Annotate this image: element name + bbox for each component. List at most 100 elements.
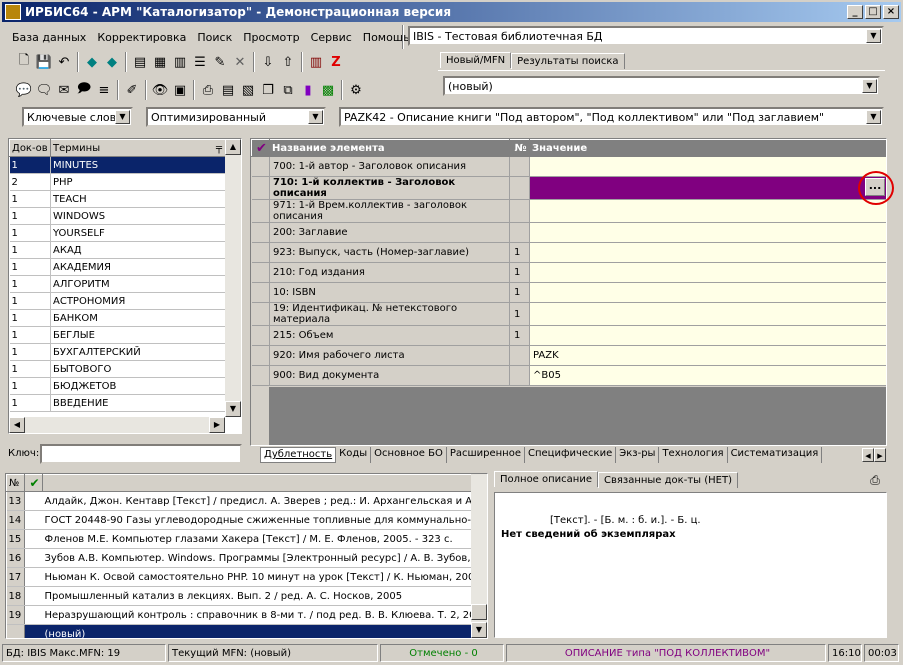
element-value[interactable]	[529, 302, 886, 326]
edit-icon[interactable]: ✎	[210, 52, 230, 72]
dictionary-hscroll[interactable]: ◀ ▶	[9, 417, 225, 433]
books-icon[interactable]: ▥	[306, 52, 326, 72]
editor-row[interactable]: 920: Имя рабочего листа PAZK	[251, 345, 886, 366]
menu-service[interactable]: Сервис	[311, 31, 352, 44]
dictionary-row[interactable]: 1 АСТРОНОМИЯ	[9, 292, 226, 310]
prev-record-icon[interactable]: ◆	[82, 52, 102, 72]
record-row[interactable]: 13 Алдайк, Джон. Кентавр [Текст] / предис…	[6, 491, 474, 511]
tab-copies[interactable]: Экз-ры	[616, 447, 660, 463]
chevron-down-icon[interactable]: ▼	[862, 79, 877, 93]
delete-icon[interactable]: ✕	[230, 52, 250, 72]
editor-row[interactable]: 19: Идентификац. № нетекстового материал…	[251, 302, 886, 326]
dictionary-row[interactable]: 1 ВВЕДЕНИЕ	[9, 394, 226, 412]
export-description-icon[interactable]: ⎙	[866, 473, 884, 489]
dictionary-row[interactable]: 1 БУХГАЛТЕРСКИЙ	[9, 343, 226, 361]
menu-edit[interactable]: Корректировка	[97, 31, 186, 44]
element-value[interactable]	[529, 176, 886, 200]
scroll-up-icon[interactable]: ▲	[225, 139, 241, 155]
menu-database[interactable]: База данных	[12, 31, 86, 44]
tab-new-mfn[interactable]: Новый/MFN	[440, 52, 512, 68]
dictionary-row[interactable]: 1 БЫТОВОГО	[9, 360, 226, 378]
element-value[interactable]	[529, 325, 886, 346]
dictionary-row[interactable]: 2 PHP	[9, 173, 226, 191]
tab-linked-docs[interactable]: Связанные док-ты (НЕТ)	[598, 472, 738, 488]
tab-specific[interactable]: Специфические	[525, 447, 617, 463]
menu-view[interactable]: Просмотр	[243, 31, 299, 44]
tab-extended[interactable]: Расширенное	[447, 447, 525, 463]
dictionary-row[interactable]: 1 БАНКОМ	[9, 309, 226, 327]
pin-icon[interactable]: ╤	[216, 143, 222, 154]
record-row[interactable]: 18 Промышленный катализ в лекциях. Вып. 2…	[6, 586, 474, 606]
element-value[interactable]: ^B05	[529, 365, 886, 386]
editor-row[interactable]: 215: Объем 1	[251, 325, 886, 346]
dictionary-row[interactable]: 1 WINDOWS	[9, 207, 226, 225]
export-icon[interactable]: ⇧	[278, 52, 298, 72]
record-row[interactable]: 19 Неразрушающий контроль : справочник в …	[6, 605, 474, 625]
print-list-icon[interactable]: ▤	[218, 80, 238, 100]
copy-icon[interactable]: ⧉	[278, 80, 298, 100]
list-icon[interactable]: ≡	[94, 80, 114, 100]
maximize-button[interactable]: □	[865, 5, 881, 19]
dictionary-row[interactable]: 1 MINUTES	[9, 156, 226, 174]
element-value[interactable]	[529, 222, 886, 243]
column-terms[interactable]: Термины ╤	[50, 139, 226, 157]
grid-icon[interactable]: ▦	[150, 52, 170, 72]
print-icon[interactable]: ⎙	[198, 80, 218, 100]
optimization-select[interactable]: Оптимизированный ▼	[146, 107, 326, 127]
editor-row[interactable]: 923: Выпуск, часть (Номер-заглавие) 1	[251, 242, 886, 263]
search-mode-select[interactable]: Ключевые слова ▼	[22, 107, 133, 127]
record-row[interactable]: 15 Фленов М.Е. Компьютер глазами Хакера […	[6, 529, 474, 549]
chart-icon[interactable]: ▮	[298, 80, 318, 100]
dictionary-row[interactable]: 1 БЮДЖЕТОВ	[9, 377, 226, 395]
tree-icon[interactable]: ☰	[190, 52, 210, 72]
new-record-icon[interactable]: 🗋	[14, 52, 34, 72]
tab-full-description[interactable]: Полное описание	[494, 471, 598, 487]
dictionary-row[interactable]: 1 TEACH	[9, 190, 226, 208]
chevron-down-icon[interactable]: ▼	[308, 110, 323, 124]
tab-main-description[interactable]: Основное БО	[371, 447, 447, 463]
record-row[interactable]: (новый)	[6, 624, 474, 638]
chevron-down-icon[interactable]: ▼	[866, 29, 881, 43]
dictionary-row[interactable]: 1 YOURSELF	[9, 224, 226, 242]
editor-row[interactable]: 10: ISBN 1	[251, 282, 886, 303]
element-value[interactable]	[529, 282, 886, 303]
menu-search[interactable]: Поиск	[197, 31, 232, 44]
scroll-thumb[interactable]	[471, 604, 487, 620]
database-select[interactable]: IBIS - Тестовая библиотечная БД ▼	[408, 26, 884, 46]
record-select[interactable]: (новый) ▼	[443, 76, 880, 96]
editor-row[interactable]: 900: Вид документа ^B05	[251, 365, 886, 386]
element-value[interactable]: PAZK	[529, 345, 886, 366]
scroll-down-icon[interactable]: ▼	[225, 401, 241, 417]
excel-icon[interactable]: ▩	[318, 80, 338, 100]
worksheet-select[interactable]: PAZK42 - Описание книги "Под автором", "…	[339, 107, 884, 127]
chevron-down-icon[interactable]: ▼	[115, 110, 130, 124]
view-icon[interactable]: 👁	[150, 80, 170, 100]
record-row[interactable]: 17 Ньюман К. Освой самостоятельно PHP. 10…	[6, 567, 474, 587]
chevron-down-icon[interactable]: ▼	[866, 110, 881, 124]
close-button[interactable]: ×	[883, 5, 899, 19]
dictionary-row[interactable]: 1 АЛГОРИТМ	[9, 275, 226, 293]
copy-record-icon[interactable]: ▤	[130, 52, 150, 72]
next-record-icon[interactable]: ◆	[102, 52, 122, 72]
dictionary-row[interactable]: 1 АКАДЕМИЯ	[9, 258, 226, 276]
minimize-button[interactable]: _	[847, 5, 863, 19]
tab-systematization[interactable]: Систематизация	[728, 447, 823, 463]
dictionary-row[interactable]: 1 БЕГЛЫЕ	[9, 326, 226, 344]
key-input[interactable]	[40, 444, 242, 464]
tab-codes[interactable]: Коды	[336, 447, 372, 463]
dictionary-vscroll[interactable]: ▲ ▼	[225, 139, 241, 417]
mail-icon[interactable]: ✉	[54, 80, 74, 100]
tab-search-results[interactable]: Результаты поиска	[511, 53, 625, 69]
comment-icon[interactable]: 💬	[14, 80, 34, 100]
z3950-icon[interactable]: Z	[326, 52, 346, 72]
scroll-right-icon[interactable]: ▶	[209, 417, 225, 433]
documents-icon[interactable]: ❐	[258, 80, 278, 100]
tab-technology[interactable]: Технология	[659, 447, 728, 463]
report-icon[interactable]: ▧	[238, 80, 258, 100]
editor-row[interactable]: 200: Заглавие	[251, 222, 886, 243]
element-value[interactable]	[529, 199, 886, 223]
element-value[interactable]	[529, 156, 886, 177]
pencil-icon[interactable]: ✐	[122, 80, 142, 100]
save-icon[interactable]: 💾	[34, 52, 54, 72]
record-row[interactable]: 14 ГОСТ 20448-90 Газы углеводородные сжиж…	[6, 510, 474, 530]
